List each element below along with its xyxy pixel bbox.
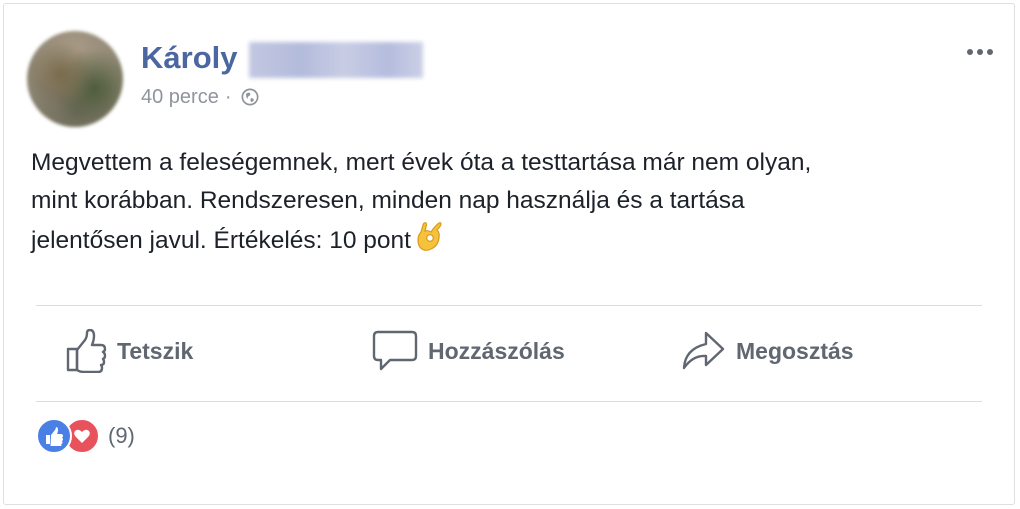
comment-button[interactable]: Hozzászólás: [372, 326, 565, 376]
reactions-summary[interactable]: (9): [36, 418, 135, 454]
share-label: Megosztás: [736, 337, 854, 364]
more-dot: [987, 49, 993, 55]
post-meta: 40 perce ·: [141, 86, 260, 108]
share-button[interactable]: Megosztás: [680, 326, 854, 376]
post-text-line: mint korábban. Rendszeresen, minden nap …: [31, 187, 745, 214]
like-button[interactable]: Tetszik: [65, 326, 193, 376]
blurred-surname: [249, 42, 423, 78]
avatar[interactable]: [27, 31, 123, 127]
divider-top: [36, 305, 982, 306]
post-text-line: jelentősen javul. Értékelés: 10 pont: [31, 220, 991, 260]
globe-icon[interactable]: [240, 87, 260, 107]
divider-bottom: [36, 401, 982, 402]
like-reaction-icon: [36, 418, 72, 454]
more-dot: [967, 49, 973, 55]
post-text-line: Megvettem a feleségemnek, mert évek óta …: [31, 149, 812, 176]
post-text: Megvettem a feleségemnek, mert évek óta …: [31, 144, 991, 260]
heart-icon: [74, 429, 90, 443]
ok-hand-emoji: [417, 222, 442, 251]
author-name[interactable]: Károly: [141, 40, 237, 76]
thumbs-up-icon: [46, 427, 63, 446]
more-options-icon[interactable]: [962, 38, 998, 66]
more-dot: [977, 49, 983, 55]
thumbs-up-icon: [66, 329, 107, 373]
meta-separator: ·: [224, 86, 232, 108]
comment-label: Hozzászólás: [428, 337, 565, 364]
share-arrow-icon: [682, 331, 725, 370]
reaction-count: (9): [108, 423, 135, 448]
post-text-line-3: jelentősen javul. Értékelés: 10 pont: [31, 227, 411, 254]
post-time[interactable]: 40 perce: [141, 86, 219, 108]
like-label: Tetszik: [117, 337, 194, 364]
comment-bubble-icon: [372, 330, 418, 371]
